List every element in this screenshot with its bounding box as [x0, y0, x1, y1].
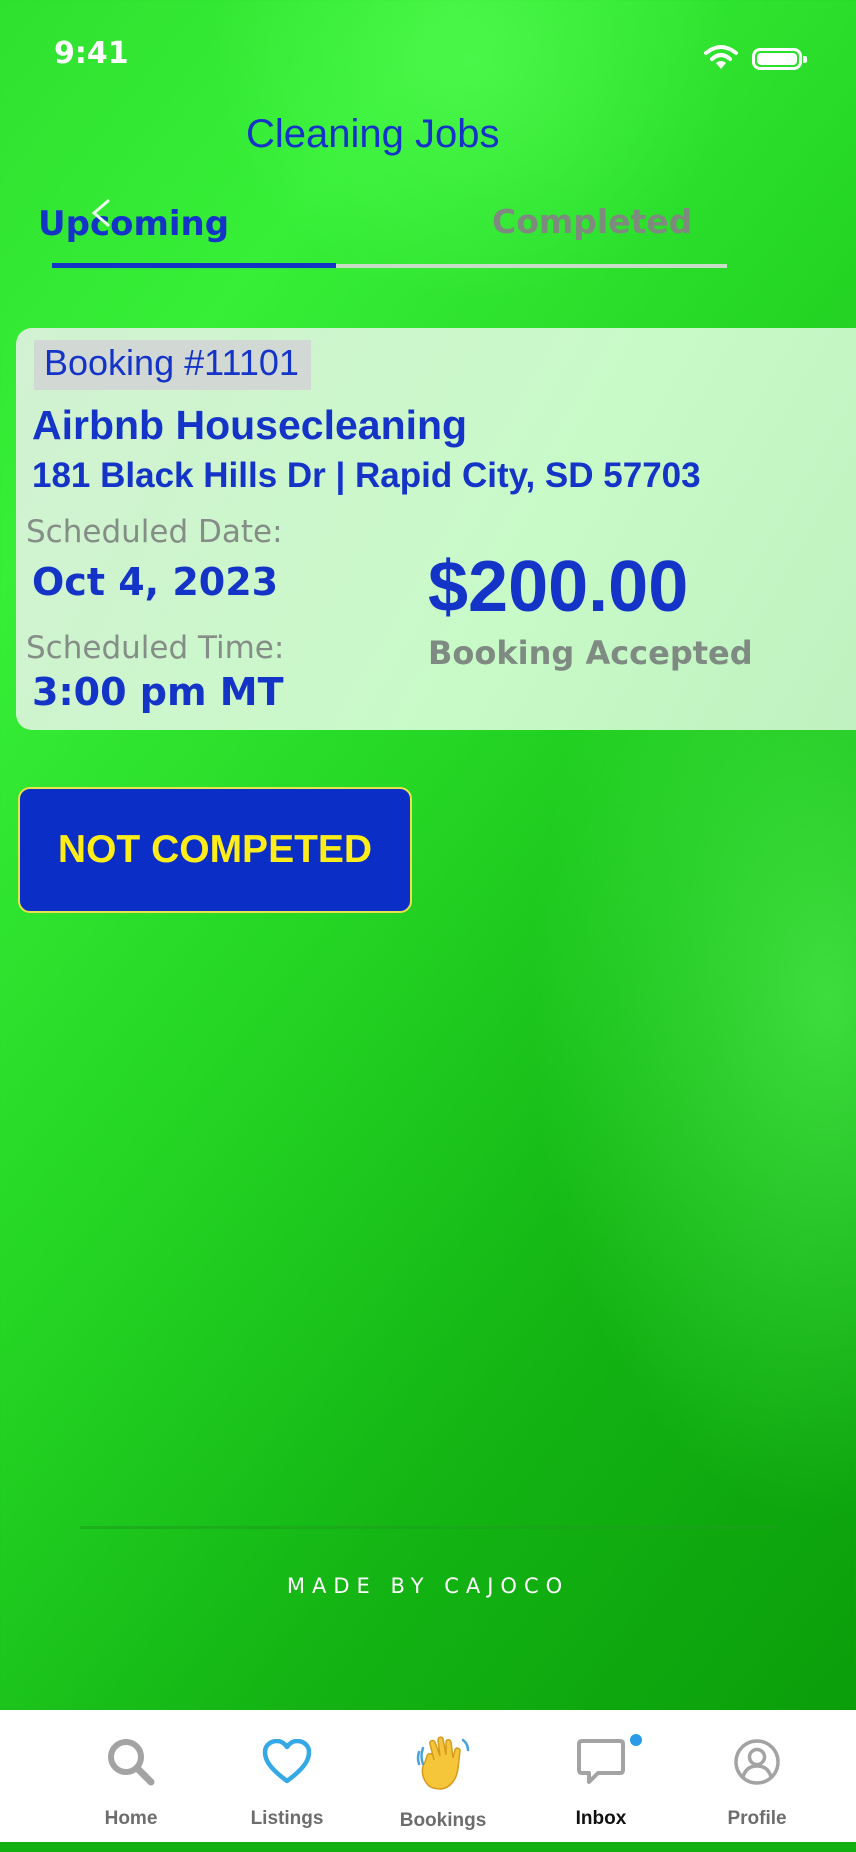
footer-divider — [80, 1526, 778, 1529]
nav-item-inbox[interactable]: Inbox — [536, 1710, 666, 1842]
waving-hand-icon — [416, 1736, 470, 1790]
tab-upcoming[interactable]: Upcoming — [38, 204, 229, 244]
booking-id: Booking #11101 — [34, 340, 311, 390]
booking-card[interactable]: Booking #11101 Airbnb Housecleaning 181 … — [16, 328, 856, 730]
nav-label-profile: Profile — [727, 1808, 787, 1829]
nav-label-listings: Listings — [250, 1808, 324, 1829]
nav-item-bookings[interactable]: Bookings — [378, 1710, 508, 1842]
chat-icon — [577, 1739, 625, 1784]
job-title: Airbnb Housecleaning — [32, 402, 468, 448]
tab-active-indicator — [52, 263, 336, 268]
booking-price: $200.00 — [428, 547, 689, 627]
scheduled-date-label: Scheduled Date: — [26, 514, 283, 550]
battery-icon — [752, 48, 807, 70]
nav-item-listings[interactable]: Listings — [222, 1710, 352, 1842]
nav-label-inbox: Inbox — [575, 1808, 627, 1829]
heart-icon — [262, 1739, 312, 1784]
job-address: 181 Black Hills Dr | Rapid City, SD 5770… — [32, 456, 701, 495]
not-completed-label: NOT COMPETED — [57, 828, 373, 871]
inbox-badge — [630, 1734, 642, 1746]
scheduled-date-value: Oct 4, 2023 — [32, 560, 279, 604]
wifi-icon — [704, 44, 738, 74]
nav-label-home: Home — [104, 1808, 158, 1829]
footer-credit: MADE BY CAJOCO — [286, 1574, 570, 1598]
bottom-nav: Home Listings Bookings Inbox Profile — [0, 1710, 856, 1842]
not-completed-button[interactable]: NOT COMPETED — [18, 787, 412, 913]
tab-completed[interactable]: Completed — [492, 202, 692, 241]
search-icon — [108, 1739, 155, 1786]
bottom-strip — [0, 1842, 856, 1852]
chevron-left-icon[interactable] — [88, 198, 112, 232]
user-icon — [734, 1739, 780, 1785]
scheduled-time-value: 3:00 pm MT — [32, 670, 284, 714]
nav-item-profile[interactable]: Profile — [692, 1710, 822, 1842]
nav-label-bookings: Bookings — [399, 1810, 487, 1831]
status-icons — [704, 44, 807, 74]
page-title: Cleaning Jobs — [246, 112, 500, 156]
status-time: 9:41 — [54, 36, 129, 71]
scheduled-time-label: Scheduled Time: — [26, 630, 285, 666]
nav-item-home[interactable]: Home — [66, 1710, 196, 1842]
booking-status: Booking Accepted — [428, 634, 753, 672]
